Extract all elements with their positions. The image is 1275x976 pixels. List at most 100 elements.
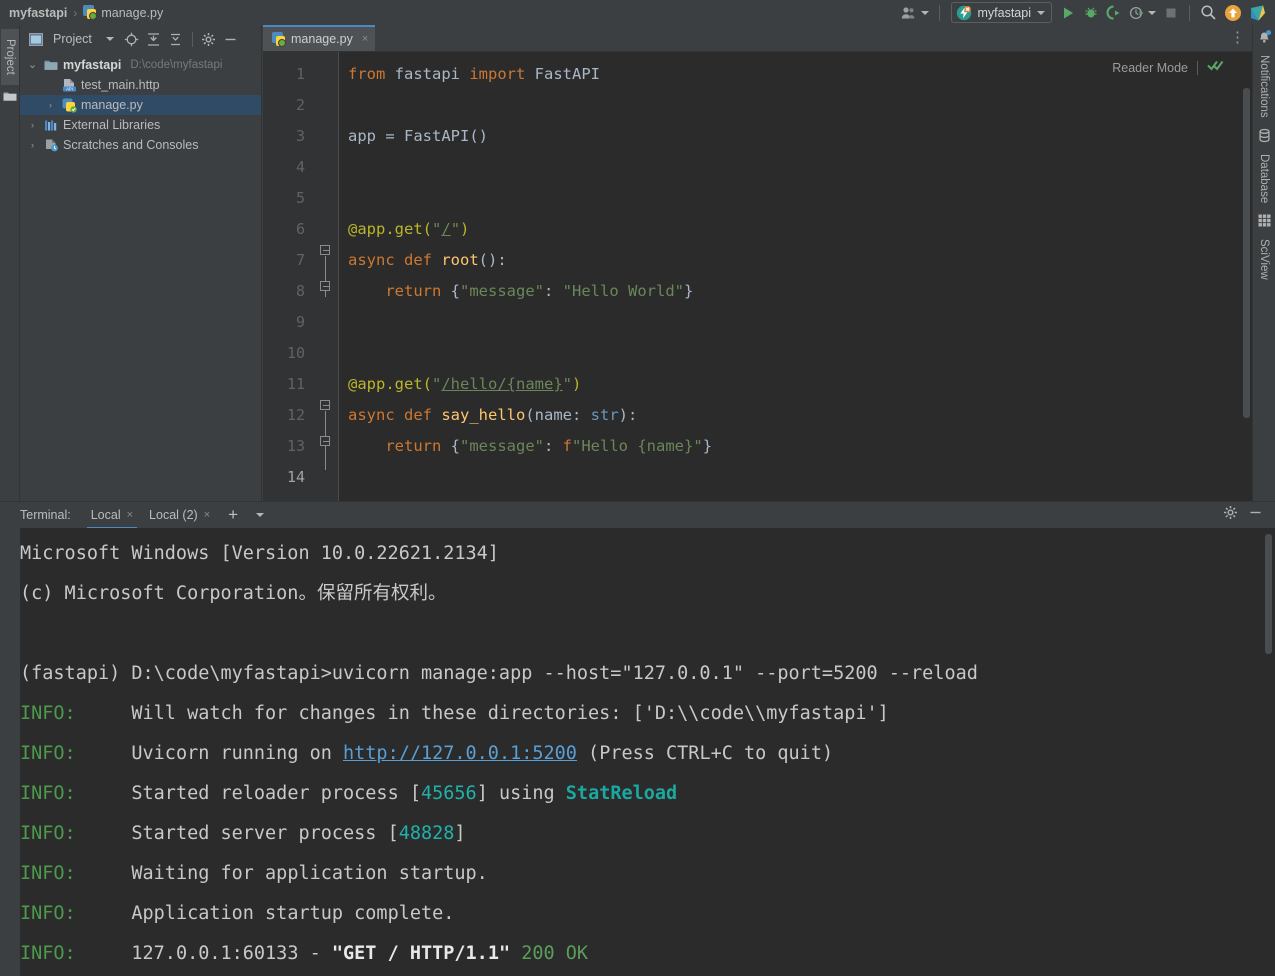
chevron-down-icon[interactable]: [1148, 10, 1156, 15]
tree-item-manage-py[interactable]: › manage.py: [20, 95, 261, 115]
breadcrumb-project[interactable]: myfastapi: [9, 6, 67, 20]
line-number: 4: [295, 158, 305, 176]
code-content[interactable]: from fastapi import FastAPI app = FastAP…: [338, 52, 1252, 501]
stop-icon: [1161, 2, 1181, 24]
code-token: (name:: [525, 406, 591, 424]
terminal-text: (Press CTRL+C to quit): [576, 743, 834, 764]
terminal-header: Terminal: Local × Local (2) × +: [0, 501, 1275, 529]
add-terminal-button[interactable]: +: [218, 502, 248, 529]
terminal-line: INFO: Started server process [48828]: [20, 814, 1261, 854]
hide-icon[interactable]: [1248, 505, 1263, 525]
code-editor[interactable]: 1 2 3 4 5 6 7 8 9 10 11 12 13 14 from fastapi import …: [263, 52, 1252, 501]
ide-icon[interactable]: [1247, 2, 1269, 24]
editor-tab-manage-py[interactable]: manage.py ×: [263, 25, 376, 51]
line-number: 5: [295, 189, 305, 207]
debug-icon[interactable]: [1081, 2, 1101, 24]
tree-item-scratches-and-consoles[interactable]: › Scratches and Consoles: [20, 135, 261, 155]
code-token: ": [450, 220, 461, 238]
gear-icon[interactable]: [199, 29, 219, 49]
code-line[interactable]: [348, 90, 1252, 121]
chevron-right-icon[interactable]: ›: [44, 100, 57, 110]
code-line[interactable]: [348, 462, 1252, 493]
inspections-ok-icon[interactable]: [1207, 58, 1224, 77]
code-token: }: [702, 437, 713, 455]
reader-mode-widget[interactable]: Reader Mode: [1112, 58, 1224, 77]
close-icon[interactable]: ×: [127, 509, 133, 521]
code-token: {: [450, 282, 460, 300]
close-icon[interactable]: ×: [204, 509, 210, 521]
scratches-icon: [43, 138, 59, 152]
tree-item-external-libraries[interactable]: › External Libraries: [20, 115, 261, 135]
terminal-output[interactable]: Microsoft Windows [Version 10.0.22621.21…: [0, 528, 1275, 976]
code-token: "Hello World": [562, 282, 684, 300]
code-token: ": [562, 375, 573, 393]
folder-icon[interactable]: [3, 89, 17, 107]
code-line[interactable]: [348, 183, 1252, 214]
breadcrumb-separator: ›: [73, 5, 78, 20]
tool-window-label: Notifications: [1258, 55, 1270, 118]
code-line[interactable]: [348, 338, 1252, 369]
user-group-icon[interactable]: [899, 2, 931, 24]
profile-icon[interactable]: [1127, 2, 1158, 24]
collapse-all-icon[interactable]: [166, 29, 186, 49]
tool-window-button-sciview[interactable]: SciView: [1257, 213, 1272, 280]
python-file-icon: [272, 31, 286, 47]
run-configuration-selector[interactable]: myfastapi: [950, 2, 1052, 23]
expand-all-icon[interactable]: [144, 29, 164, 49]
breadcrumb: myfastapi › manage.py: [0, 5, 163, 20]
code-line[interactable]: [348, 307, 1252, 338]
code-line[interactable]: [348, 152, 1252, 183]
hide-icon[interactable]: [221, 29, 241, 49]
locate-icon[interactable]: [122, 29, 142, 49]
gear-icon[interactable]: [1223, 505, 1238, 525]
code-token: async def: [348, 406, 442, 424]
tree-item-test-main-http[interactable]: API test_main.http: [20, 75, 261, 95]
terminal-text: 200 OK: [510, 943, 589, 964]
code-line[interactable]: async def say_hello(name: str):: [348, 400, 1252, 431]
editor-scrollbar[interactable]: [1243, 88, 1250, 418]
code-line[interactable]: async def root():: [348, 245, 1252, 276]
code-token: /hello/{name}: [441, 375, 563, 393]
database-icon: [1257, 128, 1272, 146]
terminal-scrollbar[interactable]: [1265, 534, 1272, 654]
chevron-right-icon[interactable]: ›: [26, 140, 39, 150]
tool-window-button-database[interactable]: Database: [1257, 128, 1272, 203]
terminal-text: Waiting for application startup.: [75, 863, 488, 884]
terminal-dropdown-button[interactable]: [248, 502, 272, 529]
terminal-link[interactable]: http://127.0.0.1:5200: [343, 743, 577, 764]
tree-item-label: manage.py: [81, 98, 143, 112]
terminal-line: (fastapi) D:\code\myfastapi>uvicorn mana…: [20, 654, 1261, 694]
search-icon[interactable]: [1198, 2, 1219, 24]
run-with-coverage-icon[interactable]: [1104, 2, 1124, 24]
line-number: 11: [286, 375, 305, 393]
project-panel-title: Project: [53, 32, 92, 46]
chevron-down-icon[interactable]: [1037, 10, 1045, 15]
close-icon[interactable]: ×: [362, 33, 368, 45]
project-tool-window: Project ⌄ myfastapi D:\code\myfastapi AP…: [20, 25, 262, 501]
line-number: 14: [286, 468, 305, 486]
line-number: 10: [286, 344, 305, 362]
run-icon[interactable]: [1058, 2, 1078, 24]
code-line[interactable]: return {"message": f"Hello {name}"}: [348, 431, 1252, 462]
reader-mode-label[interactable]: Reader Mode: [1112, 61, 1188, 75]
chevron-down-icon: [256, 513, 265, 517]
terminal-tab-local-2[interactable]: Local (2) ×: [141, 502, 218, 529]
tool-window-button-notifications[interactable]: Notifications: [1257, 29, 1272, 118]
chevron-down-icon[interactable]: [100, 29, 120, 49]
code-line[interactable]: @app.get("/"): [348, 214, 1252, 245]
code-line[interactable]: @app.get("/hello/{name}"): [348, 369, 1252, 400]
more-icon[interactable]: ⋮: [1230, 30, 1246, 45]
code-line[interactable]: app = FastAPI(): [348, 121, 1252, 152]
http-file-icon: API: [61, 78, 77, 92]
code-line[interactable]: return {"message": "Hello World"}: [348, 276, 1252, 307]
terminal-text: "GET / HTTP/1.1": [331, 943, 511, 964]
chevron-down-icon[interactable]: ⌄: [26, 60, 39, 71]
breadcrumb-file[interactable]: manage.py: [101, 6, 163, 20]
terminal-line: INFO: Uvicorn running on http://127.0.0.…: [20, 734, 1261, 774]
terminal-tab-local[interactable]: Local ×: [83, 502, 141, 529]
tool-window-button-project[interactable]: Project: [1, 29, 19, 85]
update-icon[interactable]: [1222, 2, 1244, 24]
chevron-right-icon[interactable]: ›: [26, 120, 39, 130]
tree-item-myfastapi[interactable]: ⌄ myfastapi D:\code\myfastapi: [20, 55, 261, 75]
terminal-text: ]: [454, 823, 466, 844]
